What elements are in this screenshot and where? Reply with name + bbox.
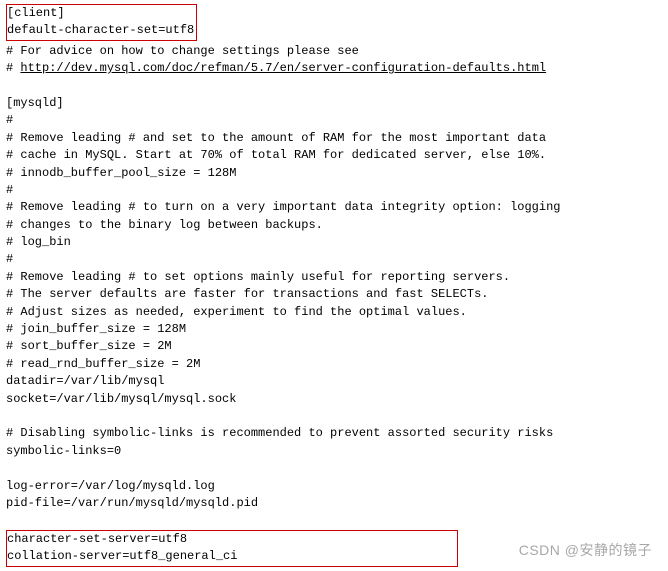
- blank-line: [6, 512, 662, 529]
- highlight-box-client: [client] default-character-set=utf8: [6, 4, 197, 41]
- config-line: # log_bin: [6, 234, 662, 251]
- config-line: pid-file=/var/run/mysqld/mysqld.pid: [6, 495, 662, 512]
- config-line: # Remove leading # to turn on a very imp…: [6, 199, 662, 216]
- config-line: # Remove leading # and set to the amount…: [6, 130, 662, 147]
- config-line: # join_buffer_size = 128M: [6, 321, 662, 338]
- config-line: # changes to the binary log between back…: [6, 217, 662, 234]
- config-line: datadir=/var/lib/mysql: [6, 373, 662, 390]
- config-line: #: [6, 112, 662, 129]
- config-line: [client]: [7, 5, 194, 22]
- blank-line: [6, 460, 662, 477]
- config-line: # read_rnd_buffer_size = 2M: [6, 356, 662, 373]
- config-line: [mysqld]: [6, 95, 662, 112]
- config-line: default-character-set=utf8: [7, 22, 194, 39]
- config-line: character-set-server=utf8: [7, 531, 237, 548]
- config-line: # The server defaults are faster for tra…: [6, 286, 662, 303]
- config-line: # innodb_buffer_pool_size = 128M: [6, 165, 662, 182]
- config-line: collation-server=utf8_general_ci: [7, 548, 237, 565]
- blank-line: [6, 78, 662, 95]
- config-line: # Disabling symbolic-links is recommende…: [6, 425, 662, 442]
- highlight-box-charset: character-set-server=utf8 collation-serv…: [6, 530, 458, 567]
- config-line: log-error=/var/log/mysqld.log: [6, 478, 662, 495]
- watermark: CSDN @安静的镜子: [519, 540, 652, 560]
- config-line: # sort_buffer_size = 2M: [6, 338, 662, 355]
- config-line: #: [6, 251, 662, 268]
- doc-url: http://dev.mysql.com/doc/refman/5.7/en/s…: [20, 61, 546, 75]
- blank-line: [6, 408, 662, 425]
- config-line: symbolic-links=0: [6, 443, 662, 460]
- config-line: # Adjust sizes as needed, experiment to …: [6, 304, 662, 321]
- config-line: # cache in MySQL. Start at 70% of total …: [6, 147, 662, 164]
- config-line: # For advice on how to change settings p…: [6, 43, 662, 60]
- config-line: #: [6, 182, 662, 199]
- config-line: # http://dev.mysql.com/doc/refman/5.7/en…: [6, 60, 662, 77]
- config-line: socket=/var/lib/mysql/mysql.sock: [6, 391, 662, 408]
- config-line: # Remove leading # to set options mainly…: [6, 269, 662, 286]
